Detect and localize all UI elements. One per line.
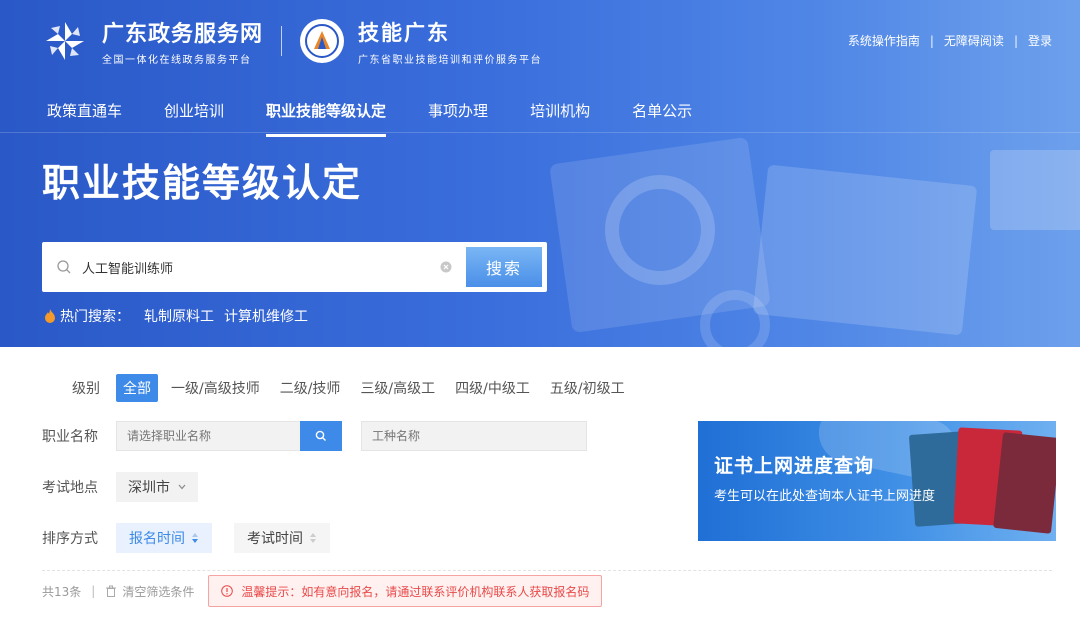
nav-item-institutions[interactable]: 培训机构 bbox=[509, 86, 611, 137]
sort-filter-row: 排序方式 报名时间 考试时间 bbox=[42, 523, 352, 553]
logo-separator bbox=[281, 26, 283, 56]
nav-item-services[interactable]: 事项办理 bbox=[407, 86, 509, 137]
clear-filters-link[interactable]: 清空筛选条件 bbox=[105, 583, 194, 600]
chevron-down-icon bbox=[178, 484, 186, 490]
level-option-4[interactable]: 四级/中级工 bbox=[448, 374, 537, 402]
hot-search-item[interactable]: 计算机维修工 bbox=[224, 306, 308, 326]
job-label: 职业名称 bbox=[42, 429, 98, 445]
link-separator: | bbox=[1013, 33, 1018, 48]
trash-icon bbox=[106, 585, 117, 597]
job-name-input[interactable] bbox=[116, 421, 300, 451]
clear-filters-label: 清空筛选条件 bbox=[122, 584, 195, 599]
site-subtitle: 全国一体化在线政务服务平台 bbox=[102, 55, 252, 66]
login-link[interactable]: 登录 bbox=[1028, 32, 1052, 49]
sort-option-label: 报名时间 bbox=[129, 531, 185, 547]
background-decoration bbox=[549, 136, 771, 334]
nav-item-entrepreneurship[interactable]: 创业培训 bbox=[143, 86, 245, 137]
accessibility-link[interactable]: 无障碍阅读 bbox=[944, 32, 1004, 49]
site-name-block: 广东政务服务网 全国一体化在线政务服务平台 bbox=[102, 16, 263, 66]
info-icon bbox=[221, 585, 234, 597]
site-logo-area[interactable]: 广东政务服务网 全国一体化在线政务服务平台 技能广东 广东省职业技能培训和评价服… bbox=[42, 16, 542, 66]
location-select[interactable]: 深圳市 bbox=[116, 472, 198, 502]
brand-subtitle: 广东省职业技能培训和评价服务平台 bbox=[358, 54, 543, 66]
emblem-logo-icon bbox=[300, 19, 345, 63]
level-option-2[interactable]: 二级/技师 bbox=[273, 374, 348, 402]
sort-by-signup-time[interactable]: 报名时间 bbox=[116, 523, 212, 553]
result-count: 共13条 bbox=[42, 584, 82, 599]
job-filter-row: 职业名称 bbox=[42, 421, 587, 451]
background-decoration bbox=[700, 290, 770, 347]
brand-name: 技能广东 bbox=[358, 20, 451, 45]
sort-option-label: 考试时间 bbox=[247, 531, 303, 547]
brand-name-block: 技能广东 广东省职业技能培训和评价服务平台 bbox=[358, 17, 542, 66]
work-type-input[interactable] bbox=[361, 421, 587, 451]
location-filter-row: 考试地点 深圳市 bbox=[42, 472, 198, 502]
background-decoration bbox=[990, 150, 1080, 230]
level-option-1[interactable]: 一级/高级技师 bbox=[164, 374, 267, 402]
top-links: 系统操作指南 | 无障碍阅读 | 登录 bbox=[848, 32, 1052, 49]
hot-search-label: 热门搜索： bbox=[60, 309, 130, 325]
background-decoration bbox=[752, 164, 978, 336]
reminder-text: 温馨提示：如有意向报名，请通过联系评价机构联系人获取报名码 bbox=[241, 584, 590, 599]
level-option-5[interactable]: 五级/初级工 bbox=[543, 374, 632, 402]
section-divider bbox=[42, 570, 1052, 571]
level-option-3[interactable]: 三级/高级工 bbox=[353, 374, 442, 402]
search-button[interactable]: 搜索 bbox=[466, 247, 542, 287]
level-filter-row: 级别 全部 一级/高级技师 二级/技师 三级/高级工 四级/中级工 五级/初级工 bbox=[42, 374, 638, 402]
clear-search-icon[interactable] bbox=[440, 261, 452, 273]
link-separator: | bbox=[929, 33, 934, 48]
sort-by-exam-time[interactable]: 考试时间 bbox=[234, 523, 330, 553]
guide-link[interactable]: 系统操作指南 bbox=[848, 32, 920, 49]
flame-icon bbox=[45, 309, 55, 323]
search-icon bbox=[57, 260, 71, 274]
pinwheel-logo-icon bbox=[46, 22, 84, 60]
page-title: 职业技能等级认定 bbox=[42, 161, 363, 205]
banner-subtitle: 考生可以在此处查询本人证书上网进度 bbox=[714, 489, 936, 504]
certificate-progress-banner[interactable]: 证书上网进度查询 考生可以在此处查询本人证书上网进度 bbox=[698, 421, 1056, 541]
job-search-button[interactable] bbox=[300, 421, 342, 451]
nav-item-skill-certification[interactable]: 职业技能等级认定 bbox=[245, 86, 407, 137]
location-value: 深圳市 bbox=[128, 480, 170, 496]
background-decoration bbox=[605, 175, 715, 285]
location-label: 考试地点 bbox=[42, 480, 98, 496]
search-input[interactable] bbox=[82, 242, 440, 292]
hot-search: 热门搜索： 轧制原料工 计算机维修工 bbox=[44, 306, 308, 326]
results-summary: 共13条 | 清空筛选条件 温馨提示：如有意向报名，请通过联系评价机构联系人获取… bbox=[42, 575, 603, 607]
hot-search-item[interactable]: 轧制原料工 bbox=[144, 306, 214, 326]
certificate-image bbox=[993, 432, 1056, 534]
search-bar: 搜索 bbox=[42, 242, 547, 292]
search-icon bbox=[315, 430, 326, 441]
nav-item-policy[interactable]: 政策直通车 bbox=[26, 86, 143, 137]
sort-label: 排序方式 bbox=[42, 531, 98, 547]
main-nav: 政策直通车 创业培训 职业技能等级认定 事项办理 培训机构 名单公示 bbox=[26, 86, 713, 137]
reminder-notice: 温馨提示：如有意向报名，请通过联系评价机构联系人获取报名码 bbox=[208, 575, 603, 607]
separator: | bbox=[91, 584, 96, 598]
banner-title: 证书上网进度查询 bbox=[714, 455, 875, 477]
site-name: 广东政务服务网 bbox=[102, 22, 264, 47]
sort-arrows-icon bbox=[192, 533, 198, 543]
level-label: 级别 bbox=[72, 381, 100, 397]
level-option-all[interactable]: 全部 bbox=[116, 374, 158, 402]
hero-banner: 广东政务服务网 全国一体化在线政务服务平台 技能广东 广东省职业技能培训和评价服… bbox=[0, 0, 1080, 347]
sort-arrows-icon bbox=[310, 533, 316, 543]
nav-item-publicity[interactable]: 名单公示 bbox=[611, 86, 713, 137]
